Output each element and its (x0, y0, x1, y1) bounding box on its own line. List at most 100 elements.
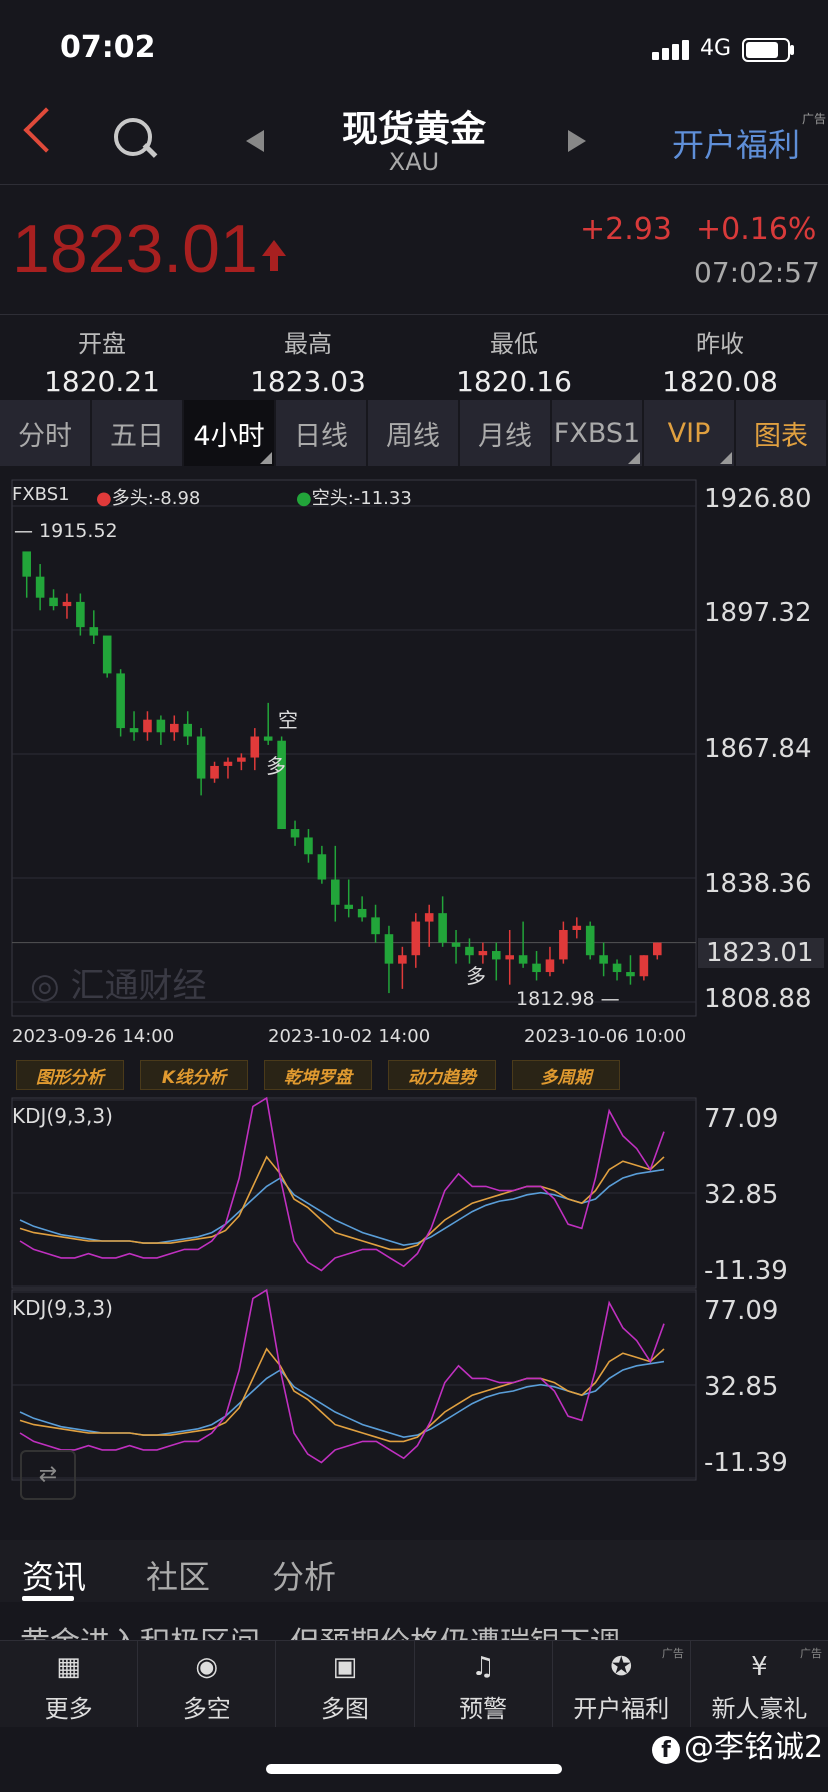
tab-analysis[interactable]: 分析 (272, 1552, 336, 1598)
x-tick: 2023-10-06 10:00 (524, 1026, 687, 1047)
candle-body (612, 963, 622, 973)
low-marker-value: 1812.98 (516, 988, 595, 1010)
trend-icon: ◉ (195, 1652, 219, 1682)
kdj-d-line (19, 1155, 665, 1251)
clock: 07:02 (60, 30, 156, 65)
high-marker: — 1915.52 (14, 520, 118, 542)
candle-body (491, 951, 501, 960)
current-price-tag: 1823.01 (698, 938, 824, 968)
kdj-label: KDJ(9,3,3) (12, 1104, 113, 1128)
tab-five-day[interactable]: 五日 (92, 400, 184, 466)
candle-body (371, 917, 380, 935)
dropdown-corner-icon (260, 452, 272, 464)
candle-body (465, 946, 474, 956)
candle-body (384, 934, 394, 964)
nav-alert[interactable]: ♫ 预警 (415, 1641, 553, 1727)
news-headline[interactable]: 黄金进入积极区间，但预期价格仍遭瑞银下调 (20, 1618, 820, 1642)
low-marker: 1812.98 — (516, 988, 620, 1010)
promo-link[interactable]: 开户福利 (672, 120, 800, 166)
stat-label: 最低 (490, 330, 538, 358)
candle-body (545, 959, 555, 973)
tab-weekly[interactable]: 周线 (368, 400, 460, 466)
nav-long-short[interactable]: ◉ 多空 (138, 1641, 277, 1727)
candle-body (156, 719, 166, 733)
nav-multi-chart[interactable]: ▣ 多图 (276, 1641, 415, 1727)
tab-community[interactable]: 社区 (146, 1552, 210, 1598)
price-change: +2.93 (580, 212, 672, 247)
candle-body (102, 635, 112, 674)
pattern-analysis-button[interactable]: 图形分析 (16, 1060, 124, 1090)
compass-button[interactable]: 乾坤罗盘 (264, 1060, 372, 1090)
candle-body (572, 925, 582, 930)
candle-body (237, 757, 246, 762)
candle-body (49, 597, 58, 607)
rotate-screen-icon[interactable]: ⇄ (20, 1450, 76, 1500)
tab-daily[interactable]: 日线 (276, 400, 368, 466)
red-dot-icon: ● (96, 488, 112, 509)
candle-body (532, 963, 541, 973)
tab-chart-settings[interactable]: 图表 (736, 400, 828, 466)
kdj-label: KDJ(9,3,3) (12, 1296, 113, 1320)
tab-fxbs1[interactable]: FXBS1 (552, 400, 644, 466)
y-tick: 1926.80 (704, 484, 812, 514)
tab-label: 4小时 (193, 420, 265, 452)
y-tick: 1867.84 (704, 734, 812, 764)
candle-body (599, 955, 608, 964)
multi-period-button[interactable]: 多周期 (512, 1060, 620, 1090)
watermark-text: 汇通财经 (70, 966, 207, 1006)
kline-analysis-button[interactable]: K线分析 (140, 1060, 248, 1090)
tab-monthly[interactable]: 月线 (460, 400, 552, 466)
indicator-label: FXBS1 (12, 484, 70, 505)
nav-more[interactable]: ▦ 更多 (0, 1641, 139, 1727)
tab-intraday[interactable]: 分时 (0, 400, 92, 466)
candle-body (585, 925, 595, 956)
candle-body (451, 942, 461, 947)
candle-body (626, 972, 635, 977)
short-indicator: ●空头:-11.33 (296, 484, 412, 510)
candle-body (344, 904, 354, 909)
ad-tag: 广告 (802, 112, 827, 126)
bottom-nav: ▦ 更多 ◉ 多空 ▣ 多图 ♫ 预警 广告 ✪ 开户福利 广告 ¥ 新人豪礼 (0, 1640, 828, 1727)
signal-short: 空 (278, 708, 298, 732)
candle-body (22, 551, 32, 577)
kdj-y-tick: 32.85 (704, 1180, 779, 1210)
stat-value: 1820.21 (44, 365, 160, 398)
gift-hat-icon: ✪ (610, 1652, 633, 1682)
tab-news[interactable]: 资讯 (22, 1552, 86, 1598)
stat-value: 1820.08 (662, 365, 778, 398)
next-symbol-icon[interactable] (568, 130, 586, 152)
candle-body (169, 723, 179, 733)
candle-body (317, 854, 327, 880)
long-indicator: ●多头:-8.98 (96, 484, 200, 510)
candle-body (478, 951, 488, 956)
short-value: 空头:-11.33 (311, 488, 412, 509)
candle-body (304, 837, 313, 855)
x-tick: 2023-09-26 14:00 (12, 1026, 175, 1047)
current-price: 1823.01 (12, 211, 258, 287)
green-dot-icon: ● (296, 488, 312, 509)
battery-icon (742, 38, 790, 62)
nav-account-bonus[interactable]: 广告 ✪ 开户福利 (553, 1641, 691, 1727)
kdj-k-line (19, 1360, 665, 1439)
candle-body (263, 736, 273, 741)
candle-body (35, 576, 45, 598)
stat-label: 昨收 (696, 330, 744, 358)
candle-body (62, 601, 72, 607)
stat-value: 1823.03 (250, 365, 366, 398)
nav-label: 开户福利 (573, 1695, 670, 1723)
tab-label: FXBS1 (553, 417, 641, 449)
nav-new-user-gift[interactable]: 广告 ¥ 新人豪礼 (691, 1641, 828, 1727)
stat-prev-close: 昨收 1820.08 (620, 324, 820, 398)
network-label: 4G (700, 36, 732, 61)
home-indicator[interactable] (266, 1764, 562, 1774)
ad-tag: 广告 (661, 1647, 684, 1660)
candle-body (505, 955, 515, 960)
candle-body (438, 913, 447, 943)
up-arrow-icon (262, 240, 286, 256)
tab-vip[interactable]: VIP (644, 400, 736, 466)
momentum-button[interactable]: 动力趋势 (388, 1060, 496, 1090)
signal-long-2: 多 (466, 964, 486, 988)
tab-4-hour[interactable]: 4小时 (184, 400, 276, 466)
stat-label: 开盘 (78, 330, 126, 358)
kdj-panel-2 (11, 1288, 697, 1481)
